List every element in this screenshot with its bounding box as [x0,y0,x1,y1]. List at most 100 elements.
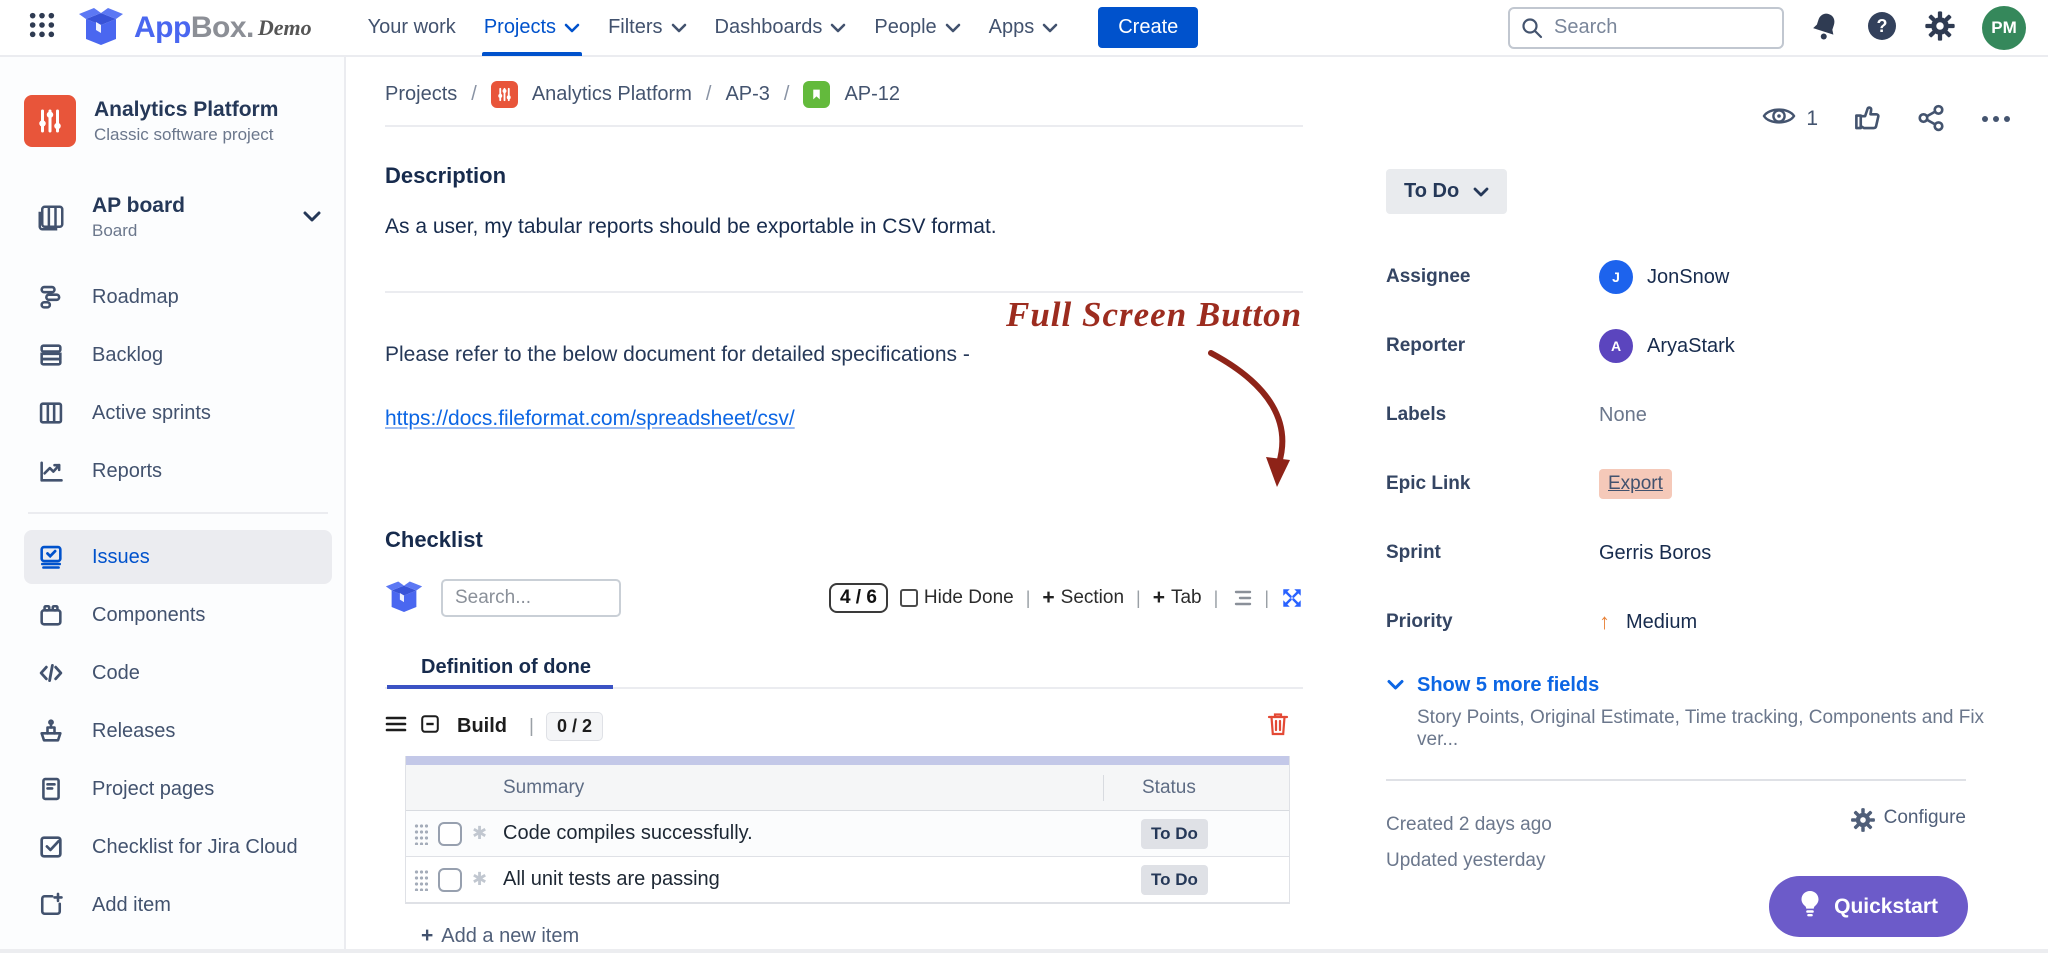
reporter-value[interactable]: AryaStark [1647,335,1735,358]
fullscreen-button[interactable] [1281,587,1303,609]
nav-your-work[interactable]: Your work [354,0,470,56]
add-tab-button[interactable]: + Tab [1153,586,1202,610]
active-tab-underline [387,685,613,689]
add-item-icon [34,891,68,919]
nav-dashboards[interactable]: Dashboards [701,0,861,56]
logo-text-app: App [134,11,191,44]
share-button[interactable] [1916,103,1946,136]
column-summary: Summary [503,777,1103,799]
project-header[interactable]: Analytics Platform Classic software proj… [24,95,332,147]
priority-value[interactable]: Medium [1626,611,1697,634]
issue-main-content: Projects / Analytics Platform / AP-3 / A… [346,57,1306,953]
spec-link[interactable]: https://docs.fileformat.com/spreadsheet/… [385,407,795,431]
item-status-badge[interactable]: To Do [1141,865,1208,895]
checklist-search-input[interactable] [441,579,621,617]
nav-filters[interactable]: Filters [594,0,700,56]
labels-value[interactable]: None [1599,404,1647,427]
chevron-down-icon[interactable] [302,206,322,229]
item-summary[interactable]: All unit tests are passing [503,868,1103,891]
refer-text: Please refer to the below document for d… [385,343,1306,367]
user-avatar[interactable]: PM [1982,6,2026,50]
description-text: As a user, my tabular reports should be … [385,215,1306,239]
project-mini-icon [491,81,518,108]
global-search-input[interactable] [1508,7,1784,49]
sidebar-item-add-item[interactable]: Add item [24,878,332,932]
project-type: Classic software project [94,125,278,145]
code-icon [34,659,68,687]
show-more-fields-button[interactable]: Show 5 more fields [1386,674,2012,697]
sidebar-item-releases[interactable]: Releases [24,704,332,758]
list-view-button[interactable] [1230,589,1252,607]
mandatory-asterisk-icon: ✱ [472,869,487,890]
sprint-value[interactable]: Gerris Boros [1599,542,1711,565]
sidebar-item-roadmap[interactable]: Roadmap [24,270,332,324]
share-icon [1916,103,1946,136]
configure-button[interactable]: Configure [1850,807,1966,879]
notifications-button[interactable] [1810,11,1840,44]
quickstart-button[interactable]: Quickstart [1769,876,1968,937]
watchers-button[interactable]: 1 [1762,103,1818,135]
project-sidebar: Analytics Platform Classic software proj… [0,57,346,953]
drag-handle-icon[interactable] [414,869,428,891]
bell-icon [1810,11,1840,44]
hide-done-toggle[interactable]: Hide Done [900,587,1014,609]
checklist-app-icon [385,579,423,617]
field-reporter: Reporter A AryaStark [1386,329,2012,363]
description-heading: Description [385,163,1306,189]
chevron-down-icon [945,16,961,39]
nav-projects[interactable]: Projects [470,0,594,56]
item-summary[interactable]: Code compiles successfully. [503,822,1103,845]
sidebar-item-active-sprints[interactable]: Active sprints [24,386,332,440]
breadcrumb-issue[interactable]: AP-12 [844,83,900,106]
assignee-value[interactable]: JonSnow [1647,266,1729,289]
settings-button[interactable] [1924,10,1956,45]
more-actions-button[interactable] [1980,112,2012,127]
add-section-button[interactable]: + Section [1042,586,1124,610]
backlog-icon [34,341,68,369]
reports-icon [34,457,68,485]
show-more-subtext: Story Points, Original Estimate, Time tr… [1417,707,2012,751]
field-assignee: Assignee J JonSnow [1386,260,2012,294]
sidebar-item-reports[interactable]: Reports [24,444,332,498]
box-logo-icon [78,5,124,50]
add-new-item-button[interactable]: + Add a new item [421,924,1306,948]
sidebar-item-code[interactable]: Code [24,646,332,700]
sidebar-item-issues[interactable]: Issues [24,530,332,584]
nav-people[interactable]: People [860,0,974,56]
hide-done-checkbox[interactable] [900,589,918,607]
field-sprint: Sprint Gerris Boros [1386,536,2012,570]
drag-handle-icon[interactable] [414,823,428,845]
sprints-icon [34,399,68,427]
sidebar-item-board[interactable]: AP board Board [24,181,332,254]
app-switcher-button[interactable] [28,11,56,44]
item-checkbox[interactable] [438,822,462,846]
sidebar-item-checklist-app[interactable]: Checklist for Jira Cloud [24,820,332,874]
like-button[interactable] [1852,103,1882,136]
help-button[interactable]: ? [1866,10,1898,45]
item-status-badge[interactable]: To Do [1141,819,1208,849]
sidebar-item-project-pages[interactable]: Project pages [24,762,332,816]
status-dropdown[interactable]: To Do [1386,169,1507,214]
epic-link-chip[interactable]: Export [1599,469,1672,499]
collapse-section-icon[interactable] [419,713,441,740]
appbox-logo[interactable]: AppBox. Demo [78,5,312,50]
divider [1386,779,1966,781]
section-menu-icon[interactable] [385,715,407,738]
breadcrumb-project[interactable]: Analytics Platform [532,83,692,106]
checklist-row: ✱ All unit tests are passing To Do [406,857,1289,903]
gear-icon [1924,10,1956,45]
create-button[interactable]: Create [1098,7,1198,48]
ellipsis-icon [1980,112,2012,127]
sidebar-item-backlog[interactable]: Backlog [24,328,332,382]
item-checkbox[interactable] [438,868,462,892]
breadcrumb-epic[interactable]: AP-3 [725,83,769,106]
sidebar-item-components[interactable]: Components [24,588,332,642]
nav-apps[interactable]: Apps [975,0,1073,56]
tab-definition-of-done[interactable]: Definition of done [421,656,591,679]
components-icon [34,601,68,629]
breadcrumb-projects[interactable]: Projects [385,83,457,106]
delete-section-button[interactable] [1266,711,1290,742]
project-avatar-icon [24,95,76,147]
section-name[interactable]: Build [457,715,507,738]
field-list: Assignee J JonSnow Reporter A AryaStark … [1386,260,2012,639]
